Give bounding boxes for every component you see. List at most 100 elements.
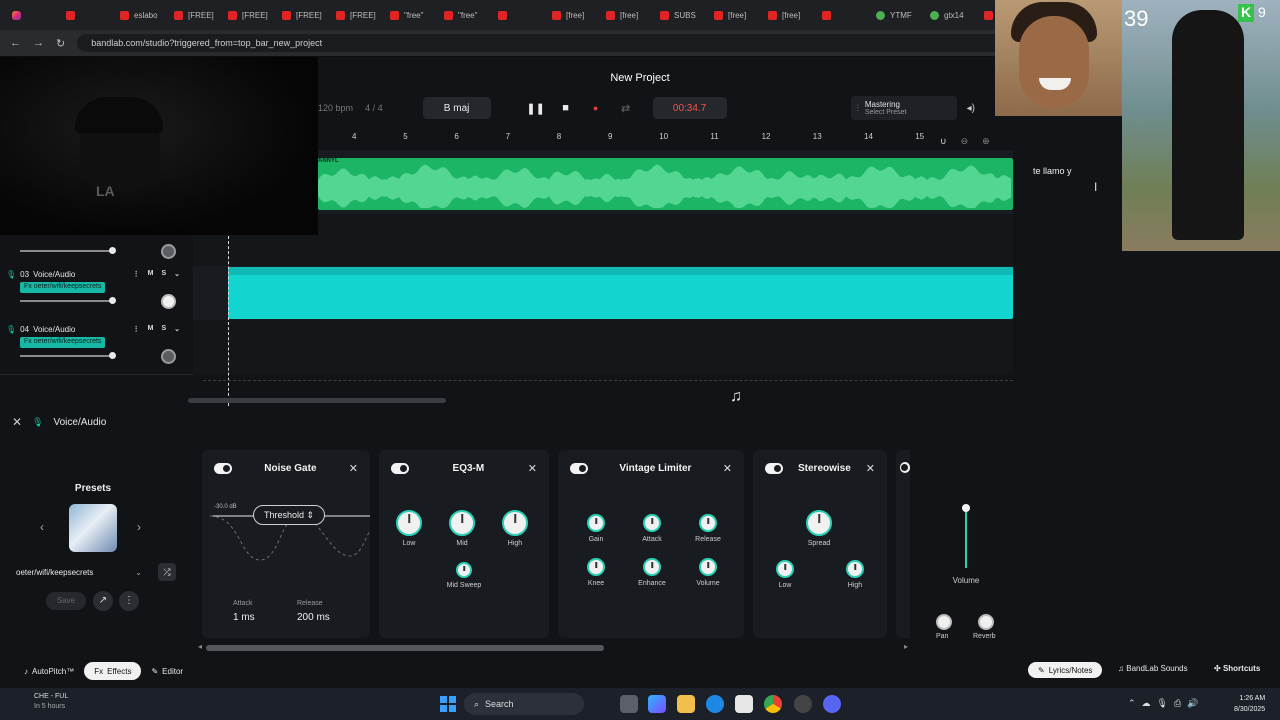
fx-toggle[interactable] [570,462,588,474]
pan-knob[interactable] [161,294,176,309]
limiter-enhance-knob[interactable]: Enhance [632,558,672,587]
shortcuts-button[interactable]: ✣ Shortcuts [1214,664,1260,673]
browser-tab[interactable]: "free" [438,3,490,27]
limiter-gain-knob[interactable]: Gain [580,514,612,543]
close-icon[interactable]: ✕ [723,462,732,475]
stop-button[interactable]: ■ [555,97,577,119]
add-music-icon[interactable]: ♫ [730,388,742,406]
browser-tab[interactable]: [free] [762,3,814,27]
track-menu-icon[interactable]: ⋮ [133,270,140,278]
close-icon[interactable]: ✕ [528,462,537,475]
lyrics-notes-button[interactable]: ✎ Lyrics/Notes [1028,662,1103,678]
volume-slider[interactable] [20,297,116,304]
stereo-low-knob[interactable]: Low [771,560,799,589]
limiter-attack-knob[interactable]: Attack [636,514,668,543]
chevron-down-icon[interactable]: ⌄ [174,270,180,278]
fx-toggle[interactable] [391,462,409,474]
mute-button[interactable]: M [148,270,154,278]
eq-mid-knob[interactable]: Mid [448,510,476,547]
close-icon[interactable]: ✕ [866,462,875,475]
bpm[interactable]: 120 bpm [318,103,353,113]
scroll-left-icon[interactable]: ◂ [198,642,202,651]
pan-knob[interactable] [161,244,176,259]
project-title[interactable]: New Project [540,72,740,84]
browser-tab[interactable]: "free" [384,3,436,27]
track-name[interactable]: Voice/Audio [33,270,75,279]
snap-icon[interactable]: ∪ [940,136,947,147]
browser-tab[interactable]: [free] [546,3,598,27]
save-button[interactable]: Save [46,592,86,610]
preset-thumbnail[interactable] [69,504,117,552]
start-icon[interactable] [440,696,456,712]
record-button[interactable]: ● [585,97,607,119]
bandlab-sounds-button[interactable]: ♫ BandLab Sounds [1118,664,1188,673]
key-selector[interactable]: B maj [422,97,491,119]
limiter-release-knob[interactable]: Release [690,514,726,543]
tab-effects[interactable]: Fx Effects [84,662,142,680]
metronome-icon[interactable]: ◂) [967,103,975,114]
browser-tab[interactable]: [FREE] [276,3,328,27]
loop-button[interactable]: ⇄ [615,97,637,119]
limiter-volume-knob[interactable]: Volume [690,558,726,587]
track-menu-icon[interactable]: ⋮ [133,325,140,333]
mute-button[interactable]: M [148,325,154,333]
threshold-control[interactable]: Threshold ⇕ [253,505,325,525]
browser-tab[interactable]: [free] [708,3,760,27]
close-icon[interactable]: ✕ [349,462,358,475]
task-view-icon[interactable] [620,695,638,713]
edge-icon[interactable] [706,695,724,713]
taskbar-search[interactable]: ⌕ Search [464,693,584,715]
browser-tab[interactable]: SUBS [654,3,706,27]
tab-autopitch[interactable]: ♪ AutoPitch™ [14,662,84,680]
browser-tab[interactable] [816,3,868,27]
fx-toggle[interactable] [765,462,783,474]
mastering-button[interactable]: ⫶ Mastering Select Preset [850,96,957,120]
chevron-right-icon[interactable]: › [137,520,141,534]
copilot-icon[interactable] [648,695,666,713]
timeline-scrollbar[interactable] [188,398,446,403]
volume-slider[interactable] [20,247,116,254]
browser-tab[interactable]: [FREE] [168,3,220,27]
zoom-in-icon[interactable]: ⊕ [982,136,990,147]
fx-toggle[interactable] [214,462,232,474]
solo-button[interactable]: S [161,325,166,333]
master-pan-knob[interactable] [936,614,952,630]
master-reverb-knob[interactable] [978,614,994,630]
chrome-icon[interactable] [764,695,782,713]
stereo-high-knob[interactable]: High [841,560,869,589]
audio-clip-1[interactable]: ANNYL [318,158,1013,210]
solo-button[interactable]: S [161,270,166,278]
preset-select[interactable]: oeter/wifi/keepsecrets ⌄ [10,563,148,581]
pause-button[interactable]: ❚❚ [525,97,547,119]
pan-knob[interactable] [161,349,176,364]
browser-tab[interactable]: eslabo [114,3,166,27]
system-tray[interactable]: ⌃☁🎙⎙🔊 [1128,698,1204,709]
time-signature[interactable]: 4 / 4 [365,103,383,113]
browser-tab[interactable]: YTMF [870,3,922,27]
forward-icon[interactable]: → [33,37,44,49]
weather-widget[interactable]: CHE - FUL In 5 hours [14,692,68,712]
more-icon[interactable]: ⋮ [119,591,139,611]
browser-tab[interactable] [492,3,544,27]
stereo-spread-knob[interactable]: Spread [803,510,835,547]
limiter-knee-knob[interactable]: Knee [580,558,612,587]
browser-tab[interactable]: [FREE] [330,3,382,27]
track-header-4[interactable]: 🎙 04 Voice/Audio ⋮ M S ⌄ Fx oeter/wifi/keep… [6,325,188,379]
chevron-down-icon[interactable]: ⌄ [174,325,180,333]
track-fx-chip[interactable]: Fx oeter/wifi/keepsecrets [20,337,106,348]
eq-mid-sweep-knob[interactable]: Mid Sweep [439,562,489,589]
eq-low-knob[interactable]: Low [395,510,423,547]
reload-icon[interactable]: ↻ [56,37,65,50]
chevron-left-icon[interactable]: ‹ [40,520,44,534]
audio-clip-3[interactable] [228,267,1013,319]
close-icon[interactable]: ✕ [12,415,22,429]
lyrics-text[interactable]: te llamo y [1033,166,1072,176]
track-fx-chip[interactable]: Fx oeter/wifi/keepsecrets [20,282,106,293]
browser-tab[interactable]: [FREE] [222,3,274,27]
browser-tab[interactable] [6,3,58,27]
back-icon[interactable]: ← [10,37,21,49]
zoom-out-icon[interactable]: ⊖ [961,136,969,147]
track-name[interactable]: Voice/Audio [33,325,75,334]
browser-tab[interactable] [60,3,112,27]
fx-scrollbar[interactable]: ◂ ▸ [198,642,908,651]
